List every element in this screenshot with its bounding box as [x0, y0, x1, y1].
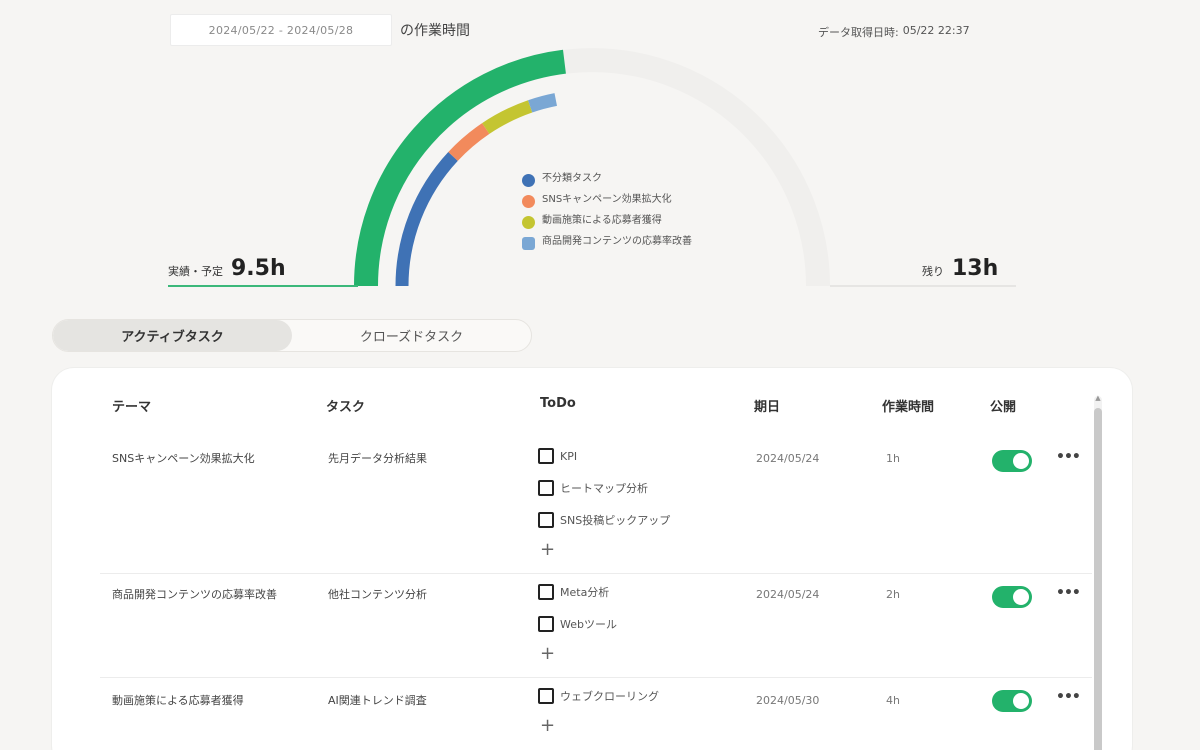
todo-item[interactable]: Webツール	[538, 608, 738, 640]
table-row[interactable]: 動画施策による応募者獲得 AI関連トレンド調査 ウェブクローリング + 2024…	[100, 678, 1092, 750]
header-task: タスク	[326, 400, 366, 415]
gauge-sns-arc	[448, 123, 490, 161]
public-toggle[interactable]	[992, 586, 1032, 608]
row-todo-list: ウェブクローリング +	[538, 680, 738, 740]
toggle-knob	[1013, 453, 1029, 469]
todo-item[interactable]: Meta分析	[538, 576, 738, 608]
legend-item: 商品開発コンテンツの応募率改善	[522, 235, 722, 250]
row-due: 2024/05/30	[756, 694, 820, 707]
gauge-ad-arc	[528, 93, 558, 113]
todo-item[interactable]: KPI	[538, 440, 738, 472]
table-row[interactable]: SNSキャンペーン効果拡大化 先月データ分析結果 KPI ヒートマップ分析 SN…	[100, 428, 1092, 574]
row-due: 2024/05/24	[756, 588, 820, 601]
todo-checkbox[interactable]	[538, 584, 554, 600]
dot-icon	[522, 216, 535, 229]
todo-label: Webツール	[560, 618, 617, 631]
row-task[interactable]: AI関連トレンド調査	[328, 690, 488, 712]
header-todo: ToDo	[540, 396, 576, 411]
row-hours: 2h	[886, 588, 900, 601]
todo-label: ウェブクローリング	[560, 690, 659, 703]
row-hours: 4h	[886, 694, 900, 707]
task-table-card: テーマ タスク ToDo 期日 作業時間 公開 SNSキャンペーン効果拡大化 先…	[52, 368, 1132, 750]
header-due: 期日	[754, 400, 781, 415]
remain-summary: 残り 13h	[922, 256, 998, 281]
row-todo-list: KPI ヒートマップ分析 SNS投稿ピックアップ +	[538, 440, 738, 564]
row-hours: 1h	[886, 452, 900, 465]
todo-label: Meta分析	[560, 586, 610, 599]
table-row[interactable]: 商品開発コンテンツの応募率改善 他社コンテンツ分析 Meta分析 Webツール …	[100, 574, 1092, 678]
todo-label: SNS投稿ピックアップ	[560, 514, 671, 527]
todo-item[interactable]: ヒートマップ分析	[538, 472, 738, 504]
legend-item: SNSキャンペーン効果拡大化	[522, 193, 722, 208]
add-todo-button[interactable]: +	[538, 536, 738, 564]
more-options-icon[interactable]: •••	[1056, 585, 1081, 601]
remain-value: 13h	[952, 256, 999, 281]
done-summary: 実績・予定 9.5h	[168, 256, 286, 281]
todo-label: KPI	[560, 449, 578, 463]
dot-icon	[522, 195, 535, 208]
gauge-legend: 不分類タスク SNSキャンペーン効果拡大化 動画施策による応募者獲得商品開発コンテン…	[522, 172, 722, 256]
tab-closed-tasks[interactable]: クローズドタスク	[292, 320, 531, 351]
todo-checkbox[interactable]	[538, 448, 554, 464]
legend-item: 不分類タスク	[522, 172, 722, 187]
tab-active-tasks[interactable]: アクティブタスク	[53, 320, 292, 351]
row-due: 2024/05/24	[756, 452, 820, 465]
header-hours: 作業時間	[882, 400, 935, 415]
legend-label: 不分類タスク	[542, 173, 602, 184]
done-label: 実績・予定	[168, 265, 223, 278]
gauge-uncategorized-arc	[395, 151, 458, 287]
row-task[interactable]: 他社コンテンツ分析	[328, 584, 488, 606]
table-scrollbar[interactable]	[1094, 396, 1102, 750]
row-theme[interactable]: SNSキャンペーン効果拡大化	[112, 448, 292, 470]
done-underline	[168, 285, 358, 287]
scroll-up-arrow-icon[interactable]: ▲	[1094, 394, 1102, 402]
row-theme[interactable]: 商品開発コンテンツの応募率改善	[112, 584, 292, 606]
legend-item: 動画施策による応募者獲得	[522, 214, 722, 229]
legend-label: SNSキャンペーン効果拡大化	[542, 194, 672, 205]
add-todo-button[interactable]: +	[538, 640, 738, 668]
scrollbar-thumb[interactable]	[1094, 408, 1102, 750]
dot-icon	[522, 174, 535, 187]
todo-checkbox[interactable]	[538, 688, 554, 704]
public-toggle[interactable]	[992, 450, 1032, 472]
square-dot-icon	[522, 237, 535, 250]
task-tabs: アクティブタスク クローズドタスク	[52, 319, 532, 352]
public-toggle[interactable]	[992, 690, 1032, 712]
header-public: 公開	[990, 400, 1017, 415]
todo-item[interactable]: ウェブクローリング	[538, 680, 738, 712]
todo-checkbox[interactable]	[538, 512, 554, 528]
toggle-knob	[1013, 693, 1029, 709]
more-options-icon[interactable]: •••	[1056, 689, 1081, 705]
todo-checkbox[interactable]	[538, 616, 554, 632]
todo-label: ヒートマップ分析	[560, 482, 648, 495]
legend-label: 動画施策による応募者獲得	[542, 215, 662, 226]
todo-item[interactable]: SNS投稿ピックアップ	[538, 504, 738, 536]
row-theme[interactable]: 動画施策による応募者獲得	[112, 690, 292, 712]
row-task[interactable]: 先月データ分析結果	[328, 448, 488, 470]
add-todo-button[interactable]: +	[538, 712, 738, 740]
legend-label: 商品開発コンテンツの応募率改善	[542, 236, 692, 247]
remain-label: 残り	[922, 265, 944, 278]
gauge-recruit-arc	[482, 100, 533, 134]
done-value: 9.5h	[231, 256, 286, 281]
more-options-icon[interactable]: •••	[1056, 449, 1081, 465]
row-todo-list: Meta分析 Webツール +	[538, 576, 738, 668]
todo-checkbox[interactable]	[538, 480, 554, 496]
remain-underline	[830, 285, 1016, 287]
toggle-knob	[1013, 589, 1029, 605]
table-header: テーマ タスク ToDo 期日 作業時間 公開	[52, 396, 1092, 416]
header-theme: テーマ	[112, 400, 152, 415]
